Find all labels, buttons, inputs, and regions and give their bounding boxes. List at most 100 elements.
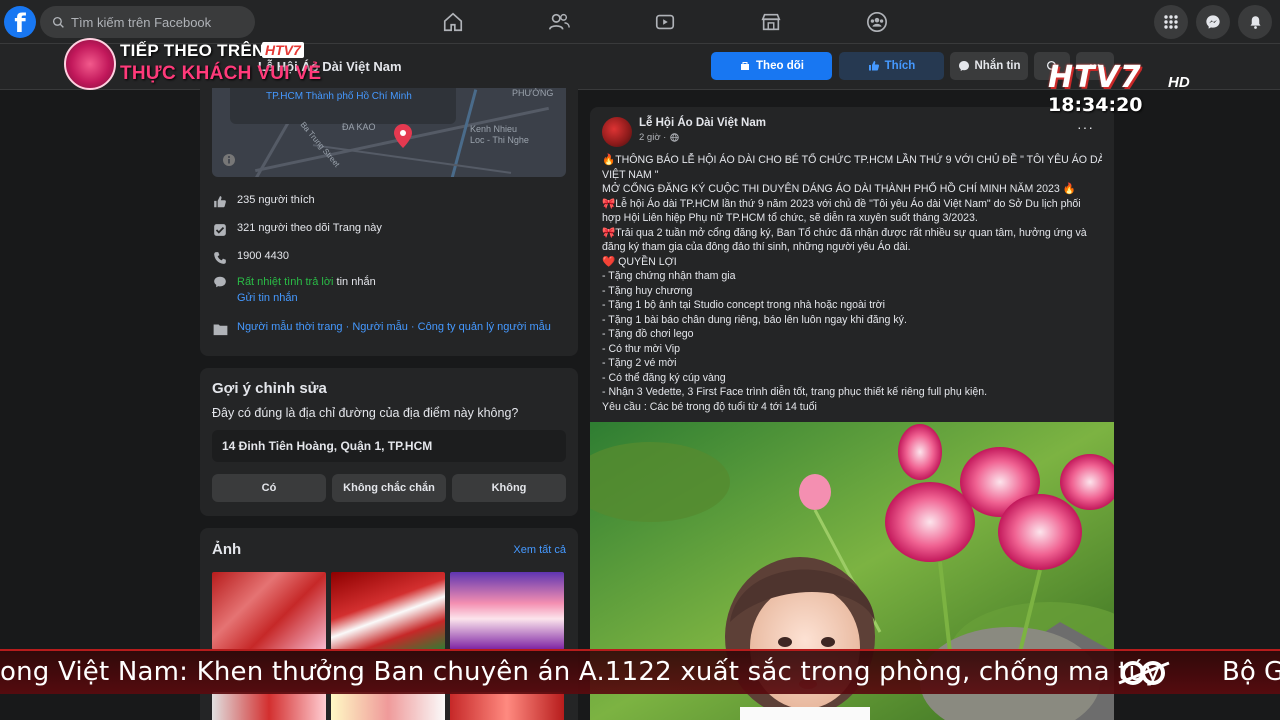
followers-row: 321 người theo dõi Trang này [212, 222, 382, 238]
news-ticker: ong Việt Nam: Khen thưởng Ban chuyên án … [0, 649, 1280, 694]
notifications-button[interactable] [1238, 5, 1272, 39]
watch-icon [655, 14, 675, 30]
response-speed: Rất nhiệt tình trả lời [237, 276, 334, 288]
response-text: Rất nhiệt tình trả lời tin nhắn [237, 274, 376, 290]
show-logo-icon [64, 38, 116, 90]
location-map[interactable]: TP.HCM Thành phố Hồ Chí Minh ĐA KAO PHƯỜ… [212, 88, 566, 177]
message-label: Nhắn tin [974, 60, 1021, 72]
messenger-button[interactable] [1196, 5, 1230, 39]
suggest-edit-card: Gợi ý chỉnh sửa Đây có đúng là địa chỉ đ… [200, 368, 578, 516]
search-icon [52, 16, 64, 28]
followers-count: 321 người theo dõi Trang này [237, 222, 382, 234]
phone-icon [214, 252, 226, 264]
bell-icon [1250, 15, 1260, 29]
follow-label: Theo dõi [756, 60, 804, 72]
photo-thumbnail[interactable] [212, 692, 326, 720]
phone-row: 1900 4430 [212, 250, 289, 266]
post-line: - Tặng 1 bài báo chân dung riêng, báo lê… [602, 313, 907, 326]
channel-logo-text: HTV7 [1048, 60, 1142, 95]
info-icon[interactable] [222, 153, 236, 167]
post-line: - Có thư mời Vip [602, 342, 681, 355]
suggest-question: Đây có đúng là địa chỉ đường của địa điể… [212, 406, 519, 420]
post-line: 🎀Lễ hội Áo dài TP.HCM lần thứ 9 năm 2023… [602, 197, 1081, 210]
globe-icon [670, 133, 680, 142]
post-line: VIỆT NAM " [602, 168, 659, 181]
post-author[interactable]: Lễ Hội Áo Dài Việt Nam [639, 117, 766, 129]
map-label: PHƯỜNG [512, 88, 554, 98]
category-row: Người mẫu thời trang · Người mẫu · Công … [212, 321, 551, 337]
post-line: đăng ký tham gia của đông đảo thí sinh, … [602, 241, 911, 253]
post-line: - Tặng chứng nhận tham gia [602, 270, 736, 282]
message-button[interactable]: Nhắn tin [950, 52, 1028, 80]
nav-friends[interactable] [506, 0, 612, 44]
promo-channel-badge: HTV7 [262, 42, 304, 58]
suggested-address: 14 Đinh Tiên Hoàng, Quận 1, TP.HCM [212, 430, 566, 462]
channel-logo: HTV7 HD [1048, 60, 1198, 95]
send-message-link[interactable]: Gửi tin nhắn [237, 290, 376, 306]
post-line: 🎀Trải qua 2 tuần mở cổng đăng ký, Ban Tổ… [602, 226, 1087, 239]
thumbs-up-icon [868, 61, 879, 71]
map-pin-icon [394, 124, 412, 148]
nav-marketplace[interactable] [718, 0, 824, 44]
next-program-promo: TIẾP THEO TRÊN HTV7 THỰC KHÁCH VUI VẺ [64, 38, 344, 92]
phone-number[interactable]: 1900 4430 [237, 250, 289, 262]
friends-icon [549, 13, 570, 30]
no-button[interactable]: Không [452, 474, 566, 502]
photo-thumbnail[interactable] [331, 572, 445, 650]
menu-grid-icon [1164, 15, 1178, 29]
post-line: - Có thể đăng ký cúp vàng [602, 371, 726, 384]
map-road [312, 144, 512, 174]
groups-icon [867, 12, 887, 32]
follow-button[interactable]: Theo dõi [711, 52, 832, 80]
nav-groups[interactable] [824, 0, 930, 44]
folder-icon [213, 324, 227, 335]
likes-count: 235 người thích [237, 194, 315, 206]
post-options-button[interactable]: ··· [1077, 119, 1094, 135]
promo-show-title: THỰC KHÁCH VUI VẺ [120, 63, 322, 84]
htv-ticker-logo-icon [1118, 661, 1170, 685]
post-line: - Tặng 2 vé mời [602, 357, 677, 369]
post-timestamp[interactable]: 2 giờ · [639, 132, 680, 143]
check-badge-icon [214, 224, 226, 236]
photo-thumbnail[interactable] [331, 692, 445, 720]
photo-thumbnail[interactable] [450, 572, 564, 650]
ticker-text: ong Việt Nam: Khen thưởng Ban chuyên án … [0, 657, 1161, 687]
photo-thumbnail[interactable] [212, 572, 326, 650]
post-text: 🔥THÔNG BÁO LỄ HỘI ÁO DÀI CHO BÉ TỔ CHỨC … [602, 153, 1102, 414]
nav-home[interactable] [400, 0, 506, 44]
response-row: Rất nhiệt tình trả lời tin nhắn Gửi tin … [212, 274, 376, 306]
post-line: MỞ CỔNG ĐĂNG KÝ CUỘC THI DUYÊN DÁNG ÁO D… [602, 183, 1076, 195]
post-line: - Nhận 3 Vedette, 3 First Face trình diễ… [602, 386, 988, 398]
unsure-button[interactable]: Không chắc chắn [332, 474, 446, 502]
post-time-text: 2 giờ · [639, 132, 667, 143]
post-line: - Tặng huy chương [602, 284, 693, 297]
yes-button[interactable]: Có [212, 474, 326, 502]
search-box[interactable] [40, 6, 255, 38]
post-line: hợp Hội Liên hiệp Phụ nữ TP.HCM tổ chức,… [602, 212, 978, 224]
nav-watch[interactable] [612, 0, 718, 44]
facebook-logo[interactable]: f [4, 6, 36, 39]
post-line: - Tặng 1 bộ ảnh tại Studio concept trong… [602, 299, 885, 311]
category-links[interactable]: Người mẫu thời trang · Người mẫu · Công … [237, 321, 551, 333]
like-button[interactable]: Thích [839, 52, 944, 80]
suggest-title: Gợi ý chỉnh sửa [212, 380, 327, 397]
promo-next-on: TIẾP THEO TRÊN [120, 41, 265, 60]
post-line: - Tặng đồ chơi lego [602, 328, 694, 340]
post-line: Yêu cầu : Các bé trong độ tuổi từ 4 tới … [602, 400, 817, 413]
menu-button[interactable] [1154, 5, 1188, 39]
see-all-photos-link[interactable]: Xem tất cả [513, 544, 566, 556]
like-label: Thích [884, 60, 916, 72]
photos-title: Ảnh [212, 541, 242, 558]
chat-bolt-icon [214, 276, 226, 288]
search-input[interactable] [71, 14, 251, 30]
ticker-next-text: Bộ G [1222, 657, 1280, 687]
map-label: Kenh Nhieu Loc - Thi Nghe [470, 124, 529, 145]
photo-thumbnail[interactable] [450, 692, 564, 720]
likes-row: 235 người thích [212, 194, 315, 210]
marketplace-icon [761, 13, 781, 31]
post-avatar[interactable] [602, 117, 632, 147]
map-address[interactable]: TP.HCM Thành phố Hồ Chí Minh [230, 88, 456, 124]
broadcast-clock: 18:34:20 [1048, 94, 1143, 116]
post-card: Lễ Hội Áo Dài Việt Nam 2 giờ · ··· 🔥THÔN… [590, 107, 1114, 720]
thumbs-up-icon [214, 196, 226, 208]
